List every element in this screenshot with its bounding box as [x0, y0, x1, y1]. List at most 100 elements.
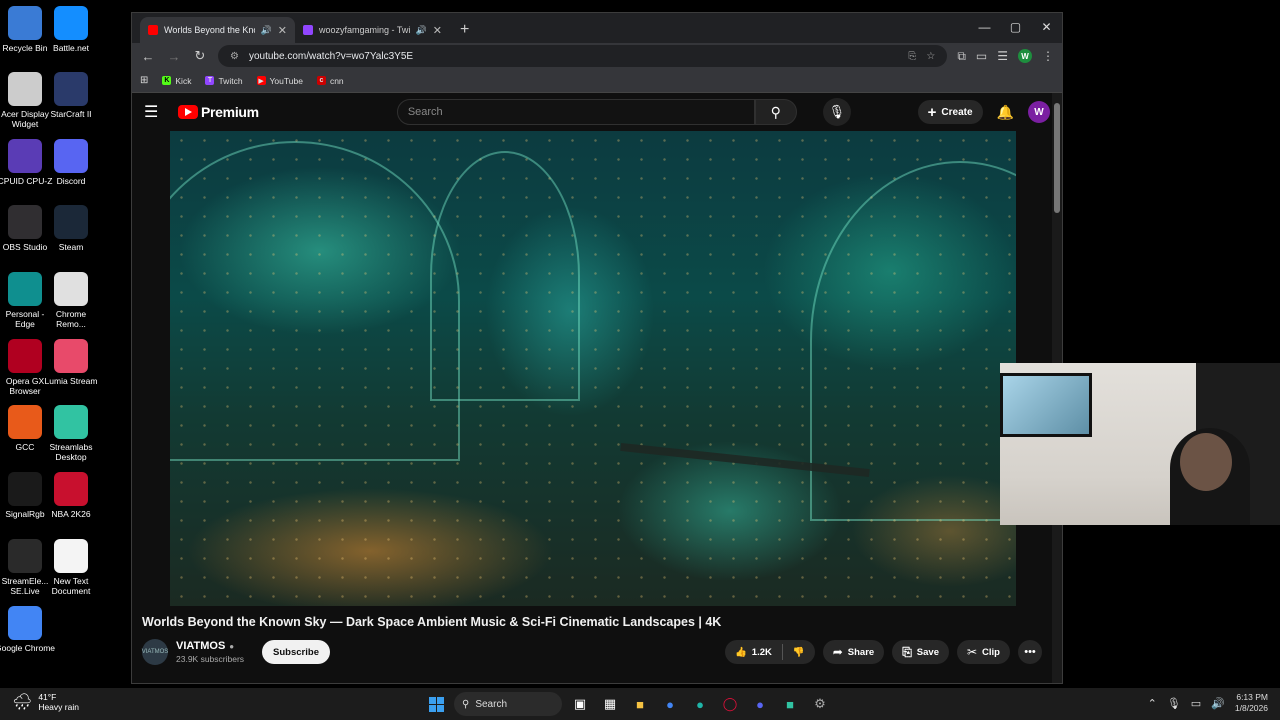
taskbar-apps: ⚲ Search ▣ ▦ ■ ● ● ◯ ● ■ ⚙ [424, 692, 832, 716]
task-view-icon: ▣ [573, 696, 587, 711]
address-bar[interactable]: ⚙ youtube.com/watch?v=wo7Yalc3Y5E ⎘ ☆ [218, 45, 948, 67]
close-tab-icon[interactable]: ✕ [433, 24, 442, 37]
forward-button[interactable]: → [166, 49, 182, 64]
tab-twitch[interactable]: woozyfamgaming - Twitch 🔊 ✕ [295, 17, 450, 43]
desktop-icon-google-chrome[interactable]: Google Chrome [0, 606, 55, 653]
time-text: 6:13 PM [1236, 692, 1268, 702]
create-button[interactable]: + Create [917, 100, 983, 124]
menu-icon[interactable]: ☰ [144, 102, 168, 122]
search-input[interactable]: Search [396, 99, 755, 125]
rain-cloud-icon: 🌧 [12, 694, 33, 711]
browser-menu-icon[interactable]: ⋮ [1042, 49, 1054, 63]
site-info-icon[interactable]: ⚙ [230, 51, 239, 62]
app-icon [8, 339, 42, 373]
new-tab-button[interactable]: + [450, 21, 479, 43]
channel-name[interactable]: VIATMOS ● [176, 640, 244, 652]
desktop-icon-steam[interactable]: Steam [41, 205, 101, 252]
maximize-button[interactable]: ▢ [1000, 13, 1031, 41]
scrollbar-thumb[interactable] [1054, 103, 1060, 213]
close-tab-icon[interactable]: ✕ [278, 24, 287, 37]
volume-icon[interactable]: 🔊 [1211, 697, 1225, 710]
subscribe-button[interactable]: Subscribe [262, 640, 330, 664]
youtube-favicon-icon [148, 25, 158, 35]
like-button[interactable]: 👍 1.2K [725, 640, 782, 664]
media-controls-icon[interactable]: ☰ [997, 49, 1008, 63]
channel-info: VIATMOS ● 23.9K subscribers [176, 640, 244, 664]
bookmark-star-icon[interactable]: ☆ [926, 51, 935, 62]
system-tray: ⌃ 🎙 ▭ 🔊 6:13 PM 1/8/2026 [1148, 692, 1268, 714]
account-avatar[interactable]: W [1028, 101, 1050, 123]
desktop-icon-new-text-document[interactable]: New Text Document [41, 539, 101, 596]
search-bar: Search ⚲ [396, 99, 797, 125]
edge-taskbar-button[interactable]: ● [688, 692, 712, 716]
more-actions-button[interactable]: ••• [1018, 640, 1042, 664]
app-icon [54, 339, 88, 373]
video-player[interactable] [170, 131, 1016, 606]
app-icon [54, 139, 88, 173]
dislike-button[interactable]: 👎 [783, 640, 815, 664]
share-button[interactable]: ➦ Share [822, 640, 885, 664]
browser-window: Worlds Beyond the Known 🔊 ✕ woozyfamgami… [131, 12, 1063, 684]
speaker-icon[interactable]: 🔊 [261, 25, 272, 36]
task-view-button[interactable]: ▣ [568, 692, 592, 716]
video-frame-lights [170, 131, 1016, 606]
desktop-icon-streamlabs-desktop[interactable]: Streamlabs Desktop [41, 405, 101, 462]
widgets-button[interactable]: ▦ [598, 692, 622, 716]
desktop-icon-lumia-stream[interactable]: Lumia Stream [41, 339, 101, 386]
app-icon [54, 405, 88, 439]
clip-button[interactable]: ✂ Clip [956, 640, 1010, 664]
youtube-icon: ▶ [256, 76, 266, 85]
file-explorer-button[interactable]: ■ [628, 692, 652, 716]
opera-taskbar-button[interactable]: ◯ [718, 692, 742, 716]
window-controls: — ▢ ✕ [969, 13, 1062, 41]
start-button[interactable] [424, 692, 448, 716]
streamlabs-taskbar-button[interactable]: ■ [778, 692, 802, 716]
subscriber-count: 23.9K subscribers [176, 654, 245, 664]
side-panel-icon[interactable]: ▭ [976, 49, 987, 63]
weather-widget[interactable]: 🌧 41°F Heavy rain [12, 692, 79, 712]
steam-taskbar-button[interactable]: ⚙ [808, 692, 832, 716]
desktop-icon-nba-2k26[interactable]: NBA 2K26 [41, 472, 101, 519]
back-button[interactable]: ← [140, 49, 156, 64]
desktop-icon-label: Steam [58, 242, 84, 252]
voice-search-button[interactable]: 🎙 [822, 98, 851, 126]
install-app-icon[interactable]: ⎘ [908, 51, 916, 62]
save-button[interactable]: ⎘ Save [892, 640, 949, 664]
windows-logo-icon [428, 696, 444, 712]
channel-avatar[interactable]: VIATMOS [142, 639, 168, 665]
twitch-favicon-icon [303, 25, 313, 35]
taskbar-search[interactable]: ⚲ Search [454, 692, 562, 716]
desktop-icon-battle-net[interactable]: Battle.net [41, 6, 101, 53]
bookmark-cnn[interactable]: c cnn [316, 76, 344, 86]
bookmark-twitch[interactable]: T Twitch [205, 76, 243, 86]
desktop-icon-chrome-remo[interactable]: Chrome Remo... [41, 272, 101, 329]
desktop-icon-label: Battle.net [53, 43, 89, 53]
chrome-taskbar-button[interactable]: ● [658, 692, 682, 716]
bookmark-youtube[interactable]: ▶ YouTube [256, 76, 303, 86]
bookmark-kick[interactable]: K Kick [162, 76, 191, 86]
microphone-tray-icon[interactable]: 🎙 [1167, 697, 1181, 710]
profile-avatar[interactable]: W [1018, 49, 1032, 63]
desktop-icon-label: StarCraft II [50, 109, 92, 119]
desktop-icon-label: Lumia Stream [44, 376, 98, 386]
search-button[interactable]: ⚲ [754, 99, 797, 125]
extensions-icon[interactable]: ⧉ [957, 49, 966, 64]
browser-toolbar: ← → ↻ ⚙ youtube.com/watch?v=wo7Yalc3Y5E … [132, 43, 1062, 69]
tab-youtube[interactable]: Worlds Beyond the Known 🔊 ✕ [140, 17, 295, 43]
apps-grid-icon[interactable]: ⊞ [140, 75, 148, 86]
tray-overflow-icon[interactable]: ⌃ [1148, 697, 1157, 710]
notification-bell-icon[interactable]: 🔔 [997, 104, 1014, 121]
close-window-button[interactable]: ✕ [1031, 13, 1062, 41]
desktop-icon-discord[interactable]: Discord [41, 139, 101, 186]
minimize-button[interactable]: — [969, 13, 1000, 41]
youtube-logo[interactable]: Premium [178, 104, 259, 120]
speaker-icon[interactable]: 🔊 [416, 25, 427, 36]
youtube-play-icon [178, 105, 198, 119]
clock[interactable]: 6:13 PM 1/8/2026 [1235, 692, 1268, 714]
desktop-icon-starcraft-ii[interactable]: StarCraft II [41, 72, 101, 119]
scissors-icon: ✂ [966, 645, 978, 659]
discord-taskbar-button[interactable]: ● [748, 692, 772, 716]
folder-icon: ■ [636, 696, 644, 712]
network-icon[interactable]: ▭ [1191, 697, 1201, 710]
reload-button[interactable]: ↻ [192, 48, 208, 64]
